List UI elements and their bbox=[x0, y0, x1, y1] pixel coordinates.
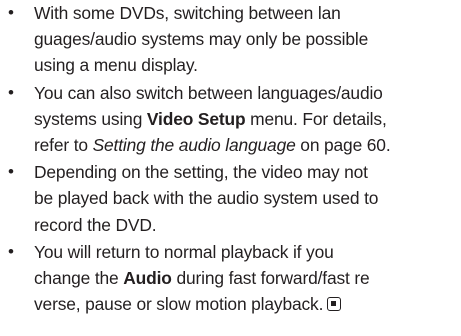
note-line: verse, pause or slow motion playback. bbox=[34, 291, 461, 317]
note-line: systems using Video Setup menu. For deta… bbox=[34, 106, 461, 132]
note-item-dvd-menu-switching: • With some DVDs, switching between lan … bbox=[0, 0, 461, 79]
note-line: change the Audio during fast forward/fas… bbox=[34, 265, 461, 291]
note-text: change the bbox=[34, 268, 124, 289]
notes-list: • With some DVDs, switching between lan … bbox=[0, 0, 461, 317]
note-item-video-setup: • You can also switch between languages/… bbox=[0, 80, 461, 159]
bullet-icon: • bbox=[8, 162, 14, 182]
audio-button-name: Audio bbox=[123, 268, 172, 289]
note-line: record the DVD. bbox=[34, 214, 157, 235]
stop-square-icon bbox=[327, 297, 342, 312]
note-text: refer to bbox=[34, 135, 93, 156]
note-line: refer to Setting the audio language on p… bbox=[34, 132, 461, 158]
note-line: Depending on the setting, the video may … bbox=[34, 162, 368, 183]
note-text: menu. For details, bbox=[245, 108, 387, 129]
note-text: during fast forward/fast re bbox=[171, 268, 370, 289]
note-line: be played back with the audio system use… bbox=[34, 188, 379, 209]
note-item-audio-change-return: • You will return to normal playback if … bbox=[0, 239, 461, 318]
note-line: You can also switch between languages/au… bbox=[34, 82, 383, 103]
note-text: systems using bbox=[34, 108, 147, 129]
note-item-audio-system-playback: • Depending on the setting, the video ma… bbox=[0, 159, 461, 238]
note-line: You will return to normal playback if yo… bbox=[34, 241, 334, 262]
bullet-icon: • bbox=[8, 3, 14, 22]
note-line: using a menu display. bbox=[34, 55, 198, 76]
video-setup-menu-name: Video Setup bbox=[146, 108, 246, 129]
bullet-icon: • bbox=[8, 241, 14, 261]
cross-reference-title: Setting the audio language bbox=[92, 135, 296, 156]
note-text: on page 60. bbox=[295, 135, 391, 156]
bullet-icon: • bbox=[8, 82, 14, 102]
note-text: verse, pause or slow motion playback. bbox=[34, 294, 324, 315]
note-line: guages/audio systems may only be possibl… bbox=[34, 29, 369, 50]
note-line: With some DVDs, switching between lan bbox=[34, 3, 341, 23]
